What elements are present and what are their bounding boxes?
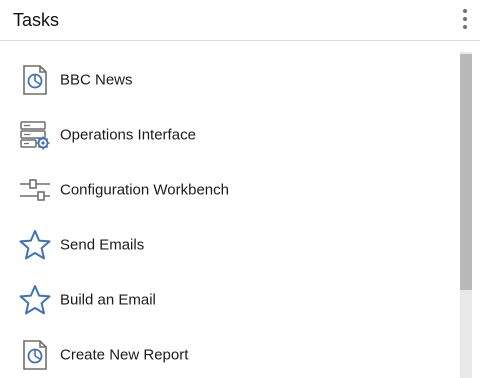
scrollbar-thumb[interactable]	[460, 54, 472, 290]
task-label: Configuration Workbench	[60, 181, 229, 198]
sliders-icon	[20, 178, 50, 201]
task-label: Create New Report	[60, 346, 189, 363]
task-item-build-an-email[interactable]: Build an Email	[0, 272, 458, 327]
task-item-bbc-news[interactable]: BBC News	[0, 52, 458, 107]
task-list: BBC News Operations Interface Configurat…	[0, 42, 458, 378]
panel-header: Tasks	[0, 0, 480, 41]
task-label: Operations Interface	[60, 126, 196, 143]
page-title: Tasks	[13, 10, 60, 30]
task-label: BBC News	[60, 71, 133, 88]
star-icon	[19, 229, 51, 259]
star-icon	[19, 284, 51, 314]
task-item-send-emails[interactable]: Send Emails	[0, 217, 458, 272]
task-item-configuration-workbench[interactable]: Configuration Workbench	[0, 162, 458, 217]
server-gear-icon	[20, 120, 50, 149]
more-vertical-icon[interactable]	[458, 7, 472, 31]
task-item-operations-interface[interactable]: Operations Interface	[0, 107, 458, 162]
report-document-icon	[23, 64, 47, 95]
report-document-icon	[23, 339, 47, 370]
task-item-create-new-report[interactable]: Create New Report	[0, 327, 458, 378]
task-label: Build an Email	[60, 291, 156, 308]
task-label: Send Emails	[60, 236, 145, 253]
